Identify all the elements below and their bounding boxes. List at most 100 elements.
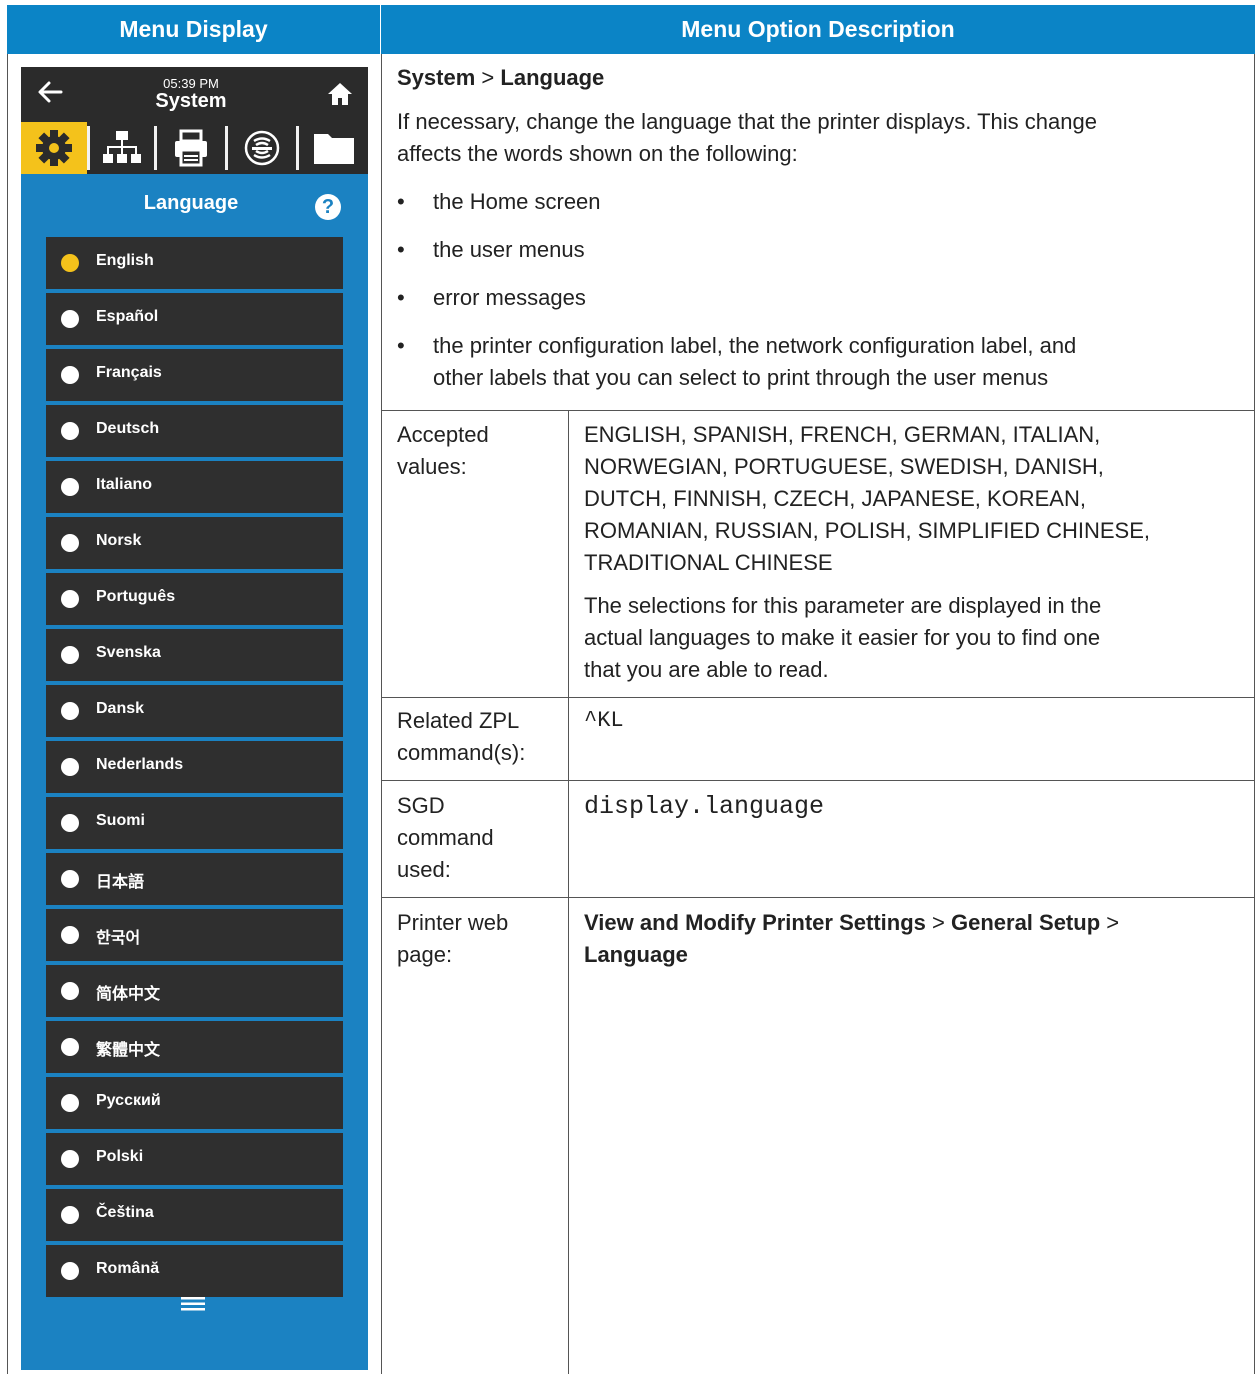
display-top-bar: 05:39 PM System (21, 67, 368, 122)
language-option[interactable]: Norsk (46, 517, 343, 569)
zpl-label-line: Related ZPL (397, 708, 520, 733)
language-label: Suomi (96, 812, 145, 829)
note-line: that you are able to read. (584, 657, 829, 682)
language-label: Русский (96, 1092, 161, 1109)
printer-display: 05:39 PM System Language ? English Españ… (21, 67, 368, 1370)
language-option[interactable]: Español (46, 293, 343, 345)
printer-icon (175, 129, 207, 167)
language-label: 繁體中文 (96, 1042, 161, 1059)
language-option[interactable]: Русский (46, 1077, 343, 1129)
sgd-label: SGD command used: (397, 790, 494, 886)
language-label: Español (96, 308, 159, 325)
accepted-values-line: DUTCH, FINNISH, CZECH, JAPANESE, KOREAN, (584, 486, 1086, 511)
radio-icon (61, 534, 79, 552)
radio-icon (61, 254, 79, 272)
bullet-item: the user menus (433, 237, 585, 262)
language-label: Norsk (96, 532, 142, 549)
tab-storage[interactable] (299, 122, 368, 174)
hamburger-menu-icon[interactable] (179, 1294, 207, 1314)
language-option[interactable]: Deutsch (46, 405, 343, 457)
accepted-label-line: Accepted (397, 422, 489, 447)
web-path-part: View and Modify Printer Settings (584, 910, 926, 935)
language-label: Français (96, 364, 162, 381)
header-menu-display: Menu Display (7, 5, 380, 54)
language-option[interactable]: Čeština (46, 1189, 343, 1241)
header-menu-display-label: Menu Display (119, 16, 268, 42)
radio-icon (61, 478, 79, 496)
language-option[interactable]: Polski (46, 1133, 343, 1185)
tab-connection[interactable] (90, 122, 154, 174)
row-divider-4 (381, 897, 1255, 898)
header-description-label: Menu Option Description (681, 16, 955, 42)
sgd-value: display.language (584, 792, 825, 821)
note-line: actual languages to make it easier for y… (584, 625, 1101, 650)
accepted-values-line: ROMANIAN, RUSSIAN, POLISH, SIMPLIFIED CH… (584, 518, 1150, 543)
radio-icon (61, 870, 79, 888)
language-option[interactable]: Suomi (46, 797, 343, 849)
radio-icon (61, 310, 79, 328)
bullet-marker: • (397, 189, 405, 214)
zpl-value: ^KL (584, 708, 624, 733)
language-option[interactable]: Română (46, 1245, 343, 1297)
language-option[interactable]: Italiano (46, 461, 343, 513)
bullet-marker: • (397, 237, 405, 262)
language-label: Polski (96, 1148, 144, 1165)
language-option[interactable]: 한국어 (46, 909, 343, 961)
language-option[interactable]: Nederlands (46, 741, 343, 793)
language-option[interactable]: Français (46, 349, 343, 401)
language-option[interactable]: Dansk (46, 685, 343, 737)
intro-line-2: affects the words shown on the following… (397, 141, 798, 166)
display-title: System (155, 90, 227, 112)
gear-icon (36, 130, 72, 166)
radio-icon (61, 366, 79, 384)
bullet-item-continued: other labels that you can select to prin… (433, 365, 1049, 390)
row-divider-3 (381, 780, 1255, 781)
help-icon[interactable]: ? (315, 194, 341, 220)
radio-icon (61, 1262, 79, 1280)
language-option[interactable]: 日本語 (46, 853, 343, 905)
panel-title: Language (143, 192, 239, 214)
language-option[interactable]: Svenska (46, 629, 343, 681)
intro-line-1: If necessary, change the language that t… (397, 109, 1097, 134)
language-option[interactable]: Português (46, 573, 343, 625)
accepted-values-list: ENGLISH, SPANISH, FRENCH, GERMAN, ITALIA… (584, 419, 1150, 579)
radio-icon (61, 926, 79, 944)
language-label: Svenska (96, 644, 161, 661)
display-tab-bar (21, 122, 368, 174)
accepted-values-note: The selections for this parameter are di… (584, 590, 1101, 686)
menu-path: System > Language (397, 62, 604, 94)
zpl-label: Related ZPL command(s): (397, 705, 525, 769)
language-option[interactable]: 简体中文 (46, 965, 343, 1017)
language-label: English (96, 252, 154, 269)
bullet-marker: • (397, 333, 405, 358)
accepted-label-line: values: (397, 454, 467, 479)
radio-icon (61, 982, 79, 1000)
sgd-label-line: command (397, 825, 494, 850)
home-icon[interactable] (327, 81, 353, 107)
path-system: System (397, 65, 476, 90)
radio-icon (61, 1150, 79, 1168)
web-page-label: Printer web page: (397, 907, 508, 971)
bullet-item: the Home screen (433, 189, 601, 214)
web-path-separator: > (932, 910, 945, 935)
language-panel: Language ? English Español Français Deut… (21, 174, 368, 1370)
back-arrow-icon[interactable] (35, 77, 65, 107)
language-option[interactable]: 繁體中文 (46, 1021, 343, 1073)
radio-icon (61, 590, 79, 608)
web-path-part: General Setup (950, 910, 1101, 935)
language-label: 日本語 (96, 874, 145, 891)
accepted-values-line: NORWEGIAN, PORTUGUESE, SWEDISH, DANISH, (584, 454, 1104, 479)
language-option[interactable]: English (46, 237, 343, 289)
radio-icon (61, 758, 79, 776)
tab-rfid[interactable] (228, 122, 296, 174)
bullet-item: error messages (433, 285, 586, 310)
table-border-left (7, 54, 8, 1374)
tab-system[interactable] (21, 122, 87, 174)
row-divider-1 (381, 410, 1255, 411)
zpl-label-line: command(s): (397, 740, 526, 765)
row-divider-2 (381, 697, 1255, 698)
header-menu-option-description: Menu Option Description (381, 5, 1255, 54)
tab-print[interactable] (157, 122, 225, 174)
display-time: 05:39 PM (163, 76, 219, 91)
radio-icon (61, 1206, 79, 1224)
